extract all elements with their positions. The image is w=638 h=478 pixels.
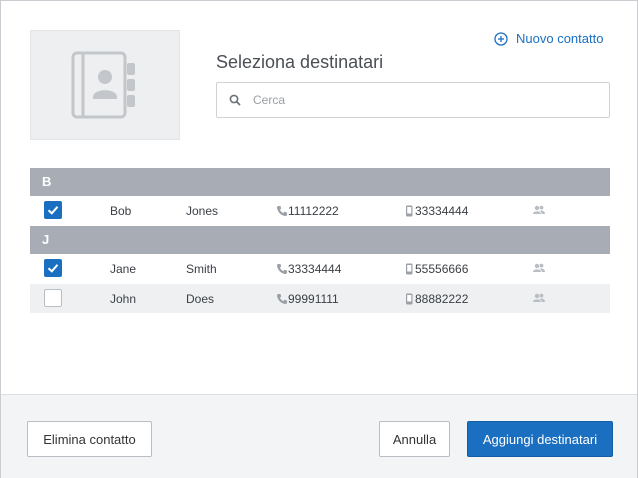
contact-mobile: 33334444 [403, 204, 468, 218]
search-box [216, 82, 610, 118]
address-book-placeholder [30, 30, 180, 140]
phone-icon [277, 264, 287, 274]
address-book-icon [71, 51, 135, 119]
phone-number: 33334444 [288, 262, 342, 276]
dialog-footer: Elimina contatto Annulla Aggiungi destin… [1, 394, 637, 478]
contact-first-name: John [110, 292, 137, 306]
contact-mobile: 88882222 [403, 292, 468, 306]
select-recipients-dialog: Seleziona destinatari Nuovo contatto B B… [0, 0, 638, 478]
delete-contact-button[interactable]: Elimina contatto [27, 421, 152, 457]
contact-checkbox[interactable] [44, 289, 62, 307]
contact-last-name: Jones [186, 204, 219, 218]
contact-last-name: Smith [186, 262, 217, 276]
contact-phone: 33334444 [276, 262, 341, 276]
phone-icon [277, 206, 287, 216]
contact-checkbox[interactable] [44, 201, 62, 219]
contact-last-name: Does [186, 292, 215, 306]
contact-first-name: Bob [110, 204, 132, 218]
mobile-number: 33334444 [415, 204, 469, 218]
contact-phone: 11112222 [276, 204, 339, 218]
check-icon [47, 264, 59, 273]
contact-row[interactable]: Jane Smith 33334444 55556666 [30, 254, 610, 283]
mobile-number: 88882222 [415, 292, 469, 306]
search-icon [229, 94, 241, 106]
new-contact-link[interactable]: Nuovo contatto [494, 31, 603, 46]
new-contact-label: Nuovo contatto [516, 31, 604, 46]
contact-checkbox[interactable] [44, 259, 62, 277]
mobile-icon [406, 293, 413, 305]
contact-row[interactable]: John Does 99991111 88882222 [30, 284, 610, 313]
group-header-j: J [30, 226, 610, 254]
contact-mobile: 55556666 [403, 262, 468, 276]
search-input[interactable] [251, 92, 575, 108]
contact-phone: 99991111 [276, 292, 339, 306]
check-icon [47, 206, 59, 215]
group-header-b: B [30, 168, 610, 196]
mobile-icon [406, 263, 413, 275]
cancel-button[interactable]: Annulla [379, 421, 450, 457]
dialog-title: Seleziona destinatari [216, 52, 384, 72]
mobile-number: 55556666 [415, 262, 469, 276]
contact-group-icon[interactable] [533, 205, 545, 215]
phone-number: 11112222 [288, 204, 339, 218]
phone-icon [277, 294, 287, 304]
contact-row[interactable]: Bob Jones 11112222 33334444 [30, 196, 610, 225]
mobile-icon [406, 205, 413, 217]
contact-group-icon[interactable] [533, 293, 545, 303]
contact-group-icon[interactable] [533, 263, 545, 273]
add-circle-icon [494, 31, 508, 46]
contact-first-name: Jane [110, 262, 137, 276]
add-recipients-button[interactable]: Aggiungi destinatari [467, 421, 613, 457]
phone-number: 99991111 [288, 292, 339, 306]
